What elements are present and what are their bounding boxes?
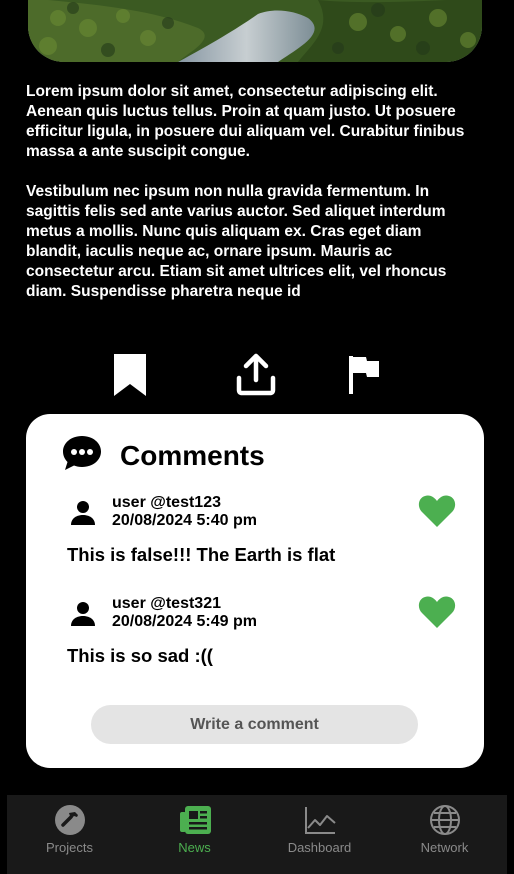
article-paragraph: Vestibulum nec ipsum non nulla gravida f… [26, 183, 447, 300]
comment-text: This is so sad :(( [67, 645, 213, 666]
heart-icon[interactable] [418, 595, 456, 629]
newspaper-icon [179, 804, 211, 836]
article-actions [0, 352, 514, 400]
nav-item-network[interactable]: Network [382, 795, 507, 874]
comment-meta: user @test321 20/08/2024 5:49 pm [112, 595, 257, 631]
bookmark-icon[interactable] [108, 352, 152, 398]
comment-username: user @test321 [112, 595, 221, 612]
news-article-page: Lorem ipsum dolor sit amet, consectetur … [0, 0, 514, 874]
bottom-navigation: Projects News Dashboard Network [7, 795, 507, 874]
comment-date: 20/08/2024 5:40 pm [112, 512, 257, 529]
comment-meta: user @test123 20/08/2024 5:40 pm [112, 494, 257, 530]
globe-icon [429, 804, 461, 836]
comments-section: Comments user @test123 20/08/2024 5:40 p… [26, 414, 484, 768]
nav-item-news[interactable]: News [132, 795, 257, 874]
nav-label: News [178, 840, 211, 855]
comment-username: user @test123 [112, 494, 221, 511]
comment-item: user @test123 20/08/2024 5:40 pm This is… [66, 494, 458, 565]
user-icon [70, 601, 96, 627]
hammer-icon [54, 804, 86, 836]
nav-label: Projects [46, 840, 93, 855]
comment-text: This is false!!! The Earth is flat [67, 544, 336, 565]
nav-item-dashboard[interactable]: Dashboard [257, 795, 382, 874]
nav-item-projects[interactable]: Projects [7, 795, 132, 874]
comment-date: 20/08/2024 5:49 pm [112, 613, 257, 630]
comments-title: Comments [120, 439, 265, 471]
nav-label: Network [420, 840, 469, 855]
flag-icon[interactable] [342, 352, 386, 398]
nav-label: Dashboard [287, 840, 352, 855]
article-body: Lorem ipsum dolor sit amet, consectetur … [26, 82, 466, 322]
share-icon[interactable] [234, 352, 278, 398]
heart-icon[interactable] [418, 494, 456, 528]
write-comment-button[interactable]: Write a comment [91, 705, 418, 744]
article-hero-image [28, 0, 482, 62]
chat-bubble-icon [62, 434, 102, 477]
line-chart-icon [304, 804, 336, 836]
comment-item: user @test321 20/08/2024 5:49 pm This is… [66, 595, 458, 666]
article-paragraph: Lorem ipsum dolor sit amet, consectetur … [26, 83, 465, 160]
comments-header: Comments [62, 434, 265, 477]
user-icon [70, 500, 96, 526]
